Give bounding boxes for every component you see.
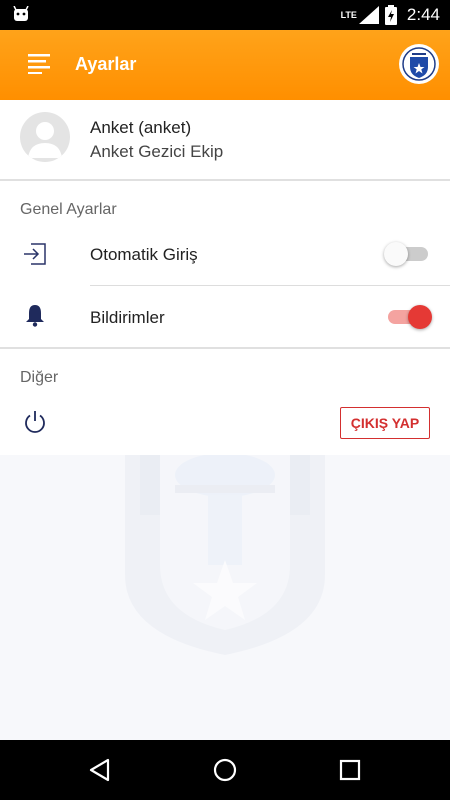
auto-login-toggle[interactable] — [384, 242, 430, 266]
signal-icon — [358, 6, 379, 24]
profile-card[interactable]: Anket (anket) Anket Gezici Ekip — [0, 100, 450, 181]
profile-team: Anket Gezici Ekip — [90, 142, 224, 161]
auto-login-label: Otomatik Giriş — [90, 245, 198, 264]
battery-icon — [384, 5, 397, 25]
home-icon[interactable] — [209, 754, 241, 786]
toggle-thumb — [384, 242, 408, 266]
menu-icon[interactable] — [28, 52, 50, 74]
avatar — [20, 112, 70, 162]
municipality-logo — [399, 44, 439, 84]
toggle-thumb — [408, 305, 432, 329]
profile-name: Anket (anket) — [90, 118, 192, 137]
clock: 2:44 — [406, 5, 440, 24]
power-icon — [25, 411, 45, 433]
status-bar: LTE 2:44 — [0, 0, 450, 30]
app-bar: Ayarlar — [0, 30, 450, 100]
network-type: LTE — [340, 9, 357, 20]
page-title: Ayarlar — [75, 54, 137, 74]
general-settings-section: Genel Ayarlar Otomatik Giriş Bildirimler — [0, 181, 450, 349]
row-divider — [90, 285, 450, 286]
navigation-bar — [0, 740, 450, 800]
bell-icon — [26, 305, 44, 327]
logout-button[interactable]: ÇIKIŞ YAP — [340, 407, 430, 439]
back-icon[interactable] — [84, 754, 116, 786]
notifications-label: Bildirimler — [90, 308, 165, 327]
other-section: Diğer ÇIKIŞ YAP — [0, 349, 450, 455]
recents-icon[interactable] — [334, 754, 366, 786]
section-title-other: Diğer — [20, 369, 59, 386]
android-icon — [13, 6, 29, 21]
watermark-emblem — [125, 455, 325, 655]
notifications-toggle[interactable] — [386, 305, 432, 329]
section-title-general: Genel Ayarlar — [20, 201, 117, 218]
login-icon — [24, 243, 46, 265]
